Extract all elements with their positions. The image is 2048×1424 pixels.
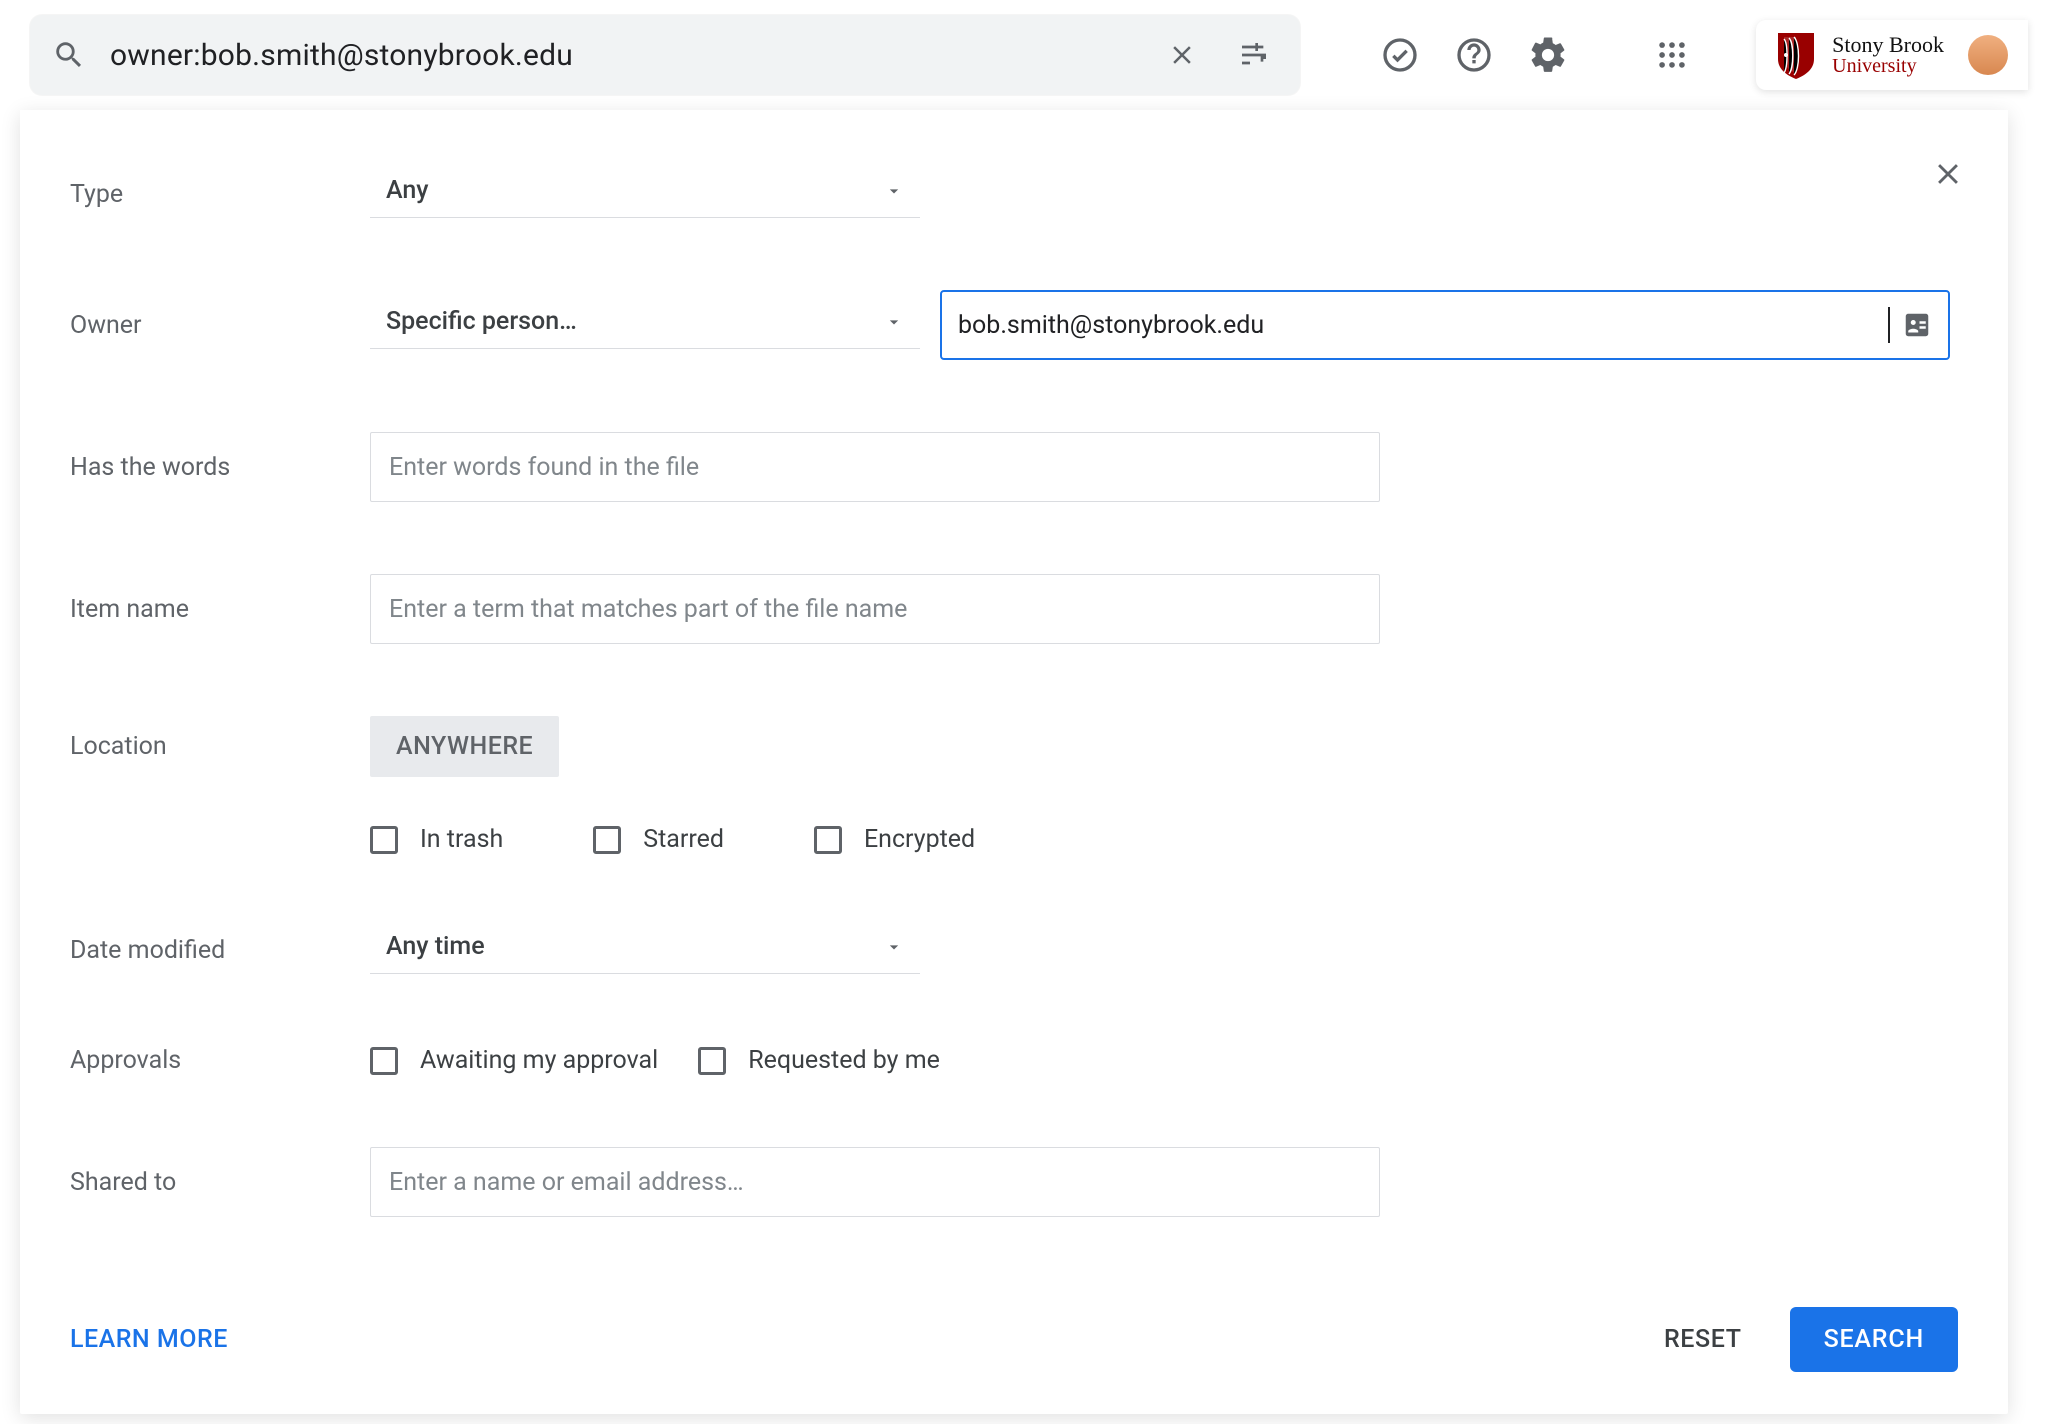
date-select[interactable]: Any time [370, 926, 920, 974]
advanced-search-panel: Type Any Owner Specific person… bob.smit… [20, 110, 2008, 1414]
org-name-line1: Stony Brook [1832, 34, 1944, 56]
apps-grid-icon[interactable] [1648, 31, 1696, 79]
chevron-down-icon [884, 312, 904, 332]
type-value: Any [386, 176, 429, 205]
owner-value: Specific person… [386, 307, 577, 336]
search-options-icon[interactable] [1230, 31, 1278, 79]
chevron-down-icon [884, 937, 904, 957]
search-icon [52, 38, 86, 72]
shared-label: Shared to [70, 1168, 370, 1197]
search-bar[interactable]: owner:bob.smith@stonybrook.edu [30, 15, 1300, 95]
date-value: Any time [386, 932, 485, 961]
text-cursor [1888, 307, 1890, 343]
shared-input[interactable]: Enter a name or email address… [370, 1147, 1380, 1217]
type-label: Type [70, 180, 370, 209]
location-label: Location [70, 732, 370, 761]
learn-more-link[interactable]: LEARN MORE [70, 1325, 228, 1354]
org-shield-icon [1776, 31, 1816, 79]
in-trash-checkbox[interactable]: In trash [370, 825, 503, 854]
org-name-line2: University [1832, 56, 1944, 76]
encrypted-checkbox[interactable]: Encrypted [814, 825, 975, 854]
date-label: Date modified [70, 936, 370, 965]
approvals-label: Approvals [70, 1046, 370, 1075]
owner-label: Owner [70, 311, 370, 340]
clear-search-icon[interactable] [1158, 31, 1206, 79]
org-logo-chip[interactable]: Stony Brook University [1756, 20, 2028, 90]
words-label: Has the words [70, 453, 370, 482]
search-button[interactable]: SEARCH [1790, 1307, 1958, 1372]
top-bar: owner:bob.smith@stonybrook.edu Stony Bro… [0, 0, 2048, 110]
contacts-picker-icon[interactable] [1902, 310, 1932, 340]
header-actions [1376, 31, 1572, 79]
owner-select[interactable]: Specific person… [370, 301, 920, 349]
help-icon[interactable] [1450, 31, 1498, 79]
chevron-down-icon [884, 181, 904, 201]
owner-email-input[interactable]: bob.smith@stonybrook.edu [940, 290, 1950, 360]
itemname-label: Item name [70, 595, 370, 624]
settings-icon[interactable] [1524, 31, 1572, 79]
requested-by-me-checkbox[interactable]: Requested by me [698, 1046, 940, 1075]
owner-email-value: bob.smith@stonybrook.edu [958, 311, 1876, 340]
starred-checkbox[interactable]: Starred [593, 825, 724, 854]
awaiting-approval-checkbox[interactable]: Awaiting my approval [370, 1046, 658, 1075]
location-chip[interactable]: ANYWHERE [370, 716, 559, 777]
close-panel-icon[interactable] [1924, 150, 1972, 198]
itemname-input[interactable]: Enter a term that matches part of the fi… [370, 574, 1380, 644]
words-input[interactable]: Enter words found in the file [370, 432, 1380, 502]
search-query[interactable]: owner:bob.smith@stonybrook.edu [110, 38, 1134, 73]
reset-button[interactable]: RESET [1646, 1309, 1760, 1370]
offline-ready-icon[interactable] [1376, 31, 1424, 79]
type-select[interactable]: Any [370, 170, 920, 218]
avatar[interactable] [1968, 35, 2008, 75]
